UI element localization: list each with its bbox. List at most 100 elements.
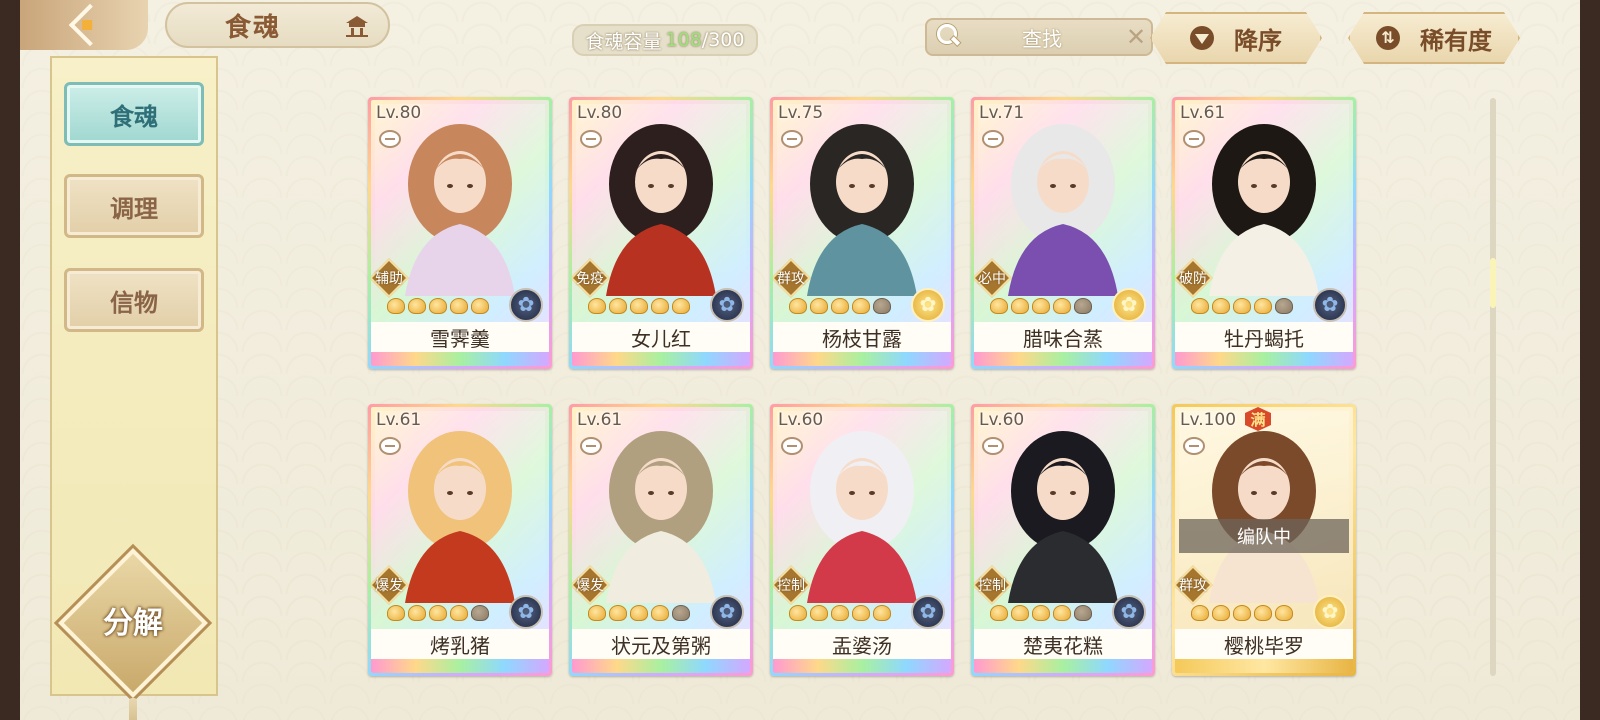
food-soul-card[interactable]: Lv.75 群攻杨枝甘露 (770, 97, 954, 369)
star-icon (1254, 298, 1272, 314)
star-icon (1011, 605, 1029, 621)
search-input[interactable]: 查找 (963, 23, 1121, 52)
star-icon (450, 298, 468, 314)
chat-bubble-icon[interactable] (1183, 130, 1205, 148)
card-bottom-border (773, 352, 951, 366)
sidebar-item-conditioning[interactable]: 调理 (64, 174, 204, 238)
search-box[interactable]: 查找 ✕ (925, 18, 1153, 56)
food-soul-card[interactable]: Lv.80 辅助雪霁羹 (368, 97, 552, 369)
eye (849, 491, 855, 495)
food-soul-card[interactable]: Lv.100满编队中群攻樱桃毕罗 (1172, 404, 1356, 676)
sidebar-item-food-souls[interactable]: 食魂 (64, 82, 204, 146)
pagoda-icon[interactable] (344, 14, 370, 38)
scrollbar[interactable] (1490, 98, 1496, 676)
food-soul-card[interactable]: Lv.60 控制楚夷花糕 (971, 404, 1155, 676)
chat-bubble-icon[interactable] (580, 437, 602, 455)
card-bottom-border (371, 659, 549, 673)
food-soul-card[interactable]: Lv.80 免疫女儿红 (569, 97, 753, 369)
chat-bubble-icon[interactable] (379, 130, 401, 148)
card-bottom-border (974, 352, 1152, 366)
sort-by-button[interactable]: 稀有度 (1348, 12, 1520, 64)
star-icon (1275, 605, 1293, 621)
sort-order-button[interactable]: 降序 (1150, 12, 1322, 64)
role-badge: 必中 (974, 258, 1012, 298)
clear-icon[interactable]: ✕ (1121, 23, 1151, 51)
face (635, 151, 687, 213)
level-text: Lv.75 (778, 103, 824, 123)
star-icon (1032, 605, 1050, 621)
game-screen: 食魂 食魂容量 108/300 查找 ✕ 降序 稀有度 (20, 0, 1580, 720)
role-label: 爆发 (576, 578, 604, 594)
eye (467, 491, 473, 495)
robe (1008, 531, 1118, 603)
role-label: 破防 (1179, 271, 1207, 287)
star-icon (810, 605, 828, 621)
scrollbar-thumb[interactable] (1490, 258, 1496, 308)
eye (869, 491, 875, 495)
character-name-box: 烤乳猪 (371, 629, 549, 659)
level-text: Lv.71 (979, 103, 1025, 123)
character-name-box: 雪霁羹 (371, 322, 549, 352)
character-name: 状元及第粥 (611, 633, 711, 658)
character-name-box: 腊味合蒸 (974, 322, 1152, 352)
star-icon (1191, 298, 1209, 314)
role-label: 群攻 (777, 271, 805, 287)
capacity-total: /300 (701, 29, 745, 51)
food-soul-card[interactable]: Lv.61 爆发状元及第粥 (569, 404, 753, 676)
chat-bubble-icon[interactable] (580, 130, 602, 148)
level-text: Lv.61 (577, 410, 623, 430)
chat-bubble-icon[interactable] (781, 437, 803, 455)
capacity-current: 108 (665, 29, 702, 51)
decompose-label[interactable]: 分解 (80, 598, 186, 642)
character-name-box: 杨枝甘露 (773, 322, 951, 352)
card-inner: Lv.80 辅助雪霁羹 (371, 100, 549, 366)
eye (1070, 491, 1076, 495)
star-icon (1233, 605, 1251, 621)
role-label: 控制 (978, 578, 1006, 594)
star-icon (873, 298, 891, 314)
card-bottom-border (572, 659, 750, 673)
chat-bubble-icon[interactable] (379, 437, 401, 455)
robe (1209, 224, 1319, 296)
card-inner: Lv.71 必中腊味合蒸 (974, 100, 1152, 366)
sidebar-item-tokens[interactable]: 信物 (64, 268, 204, 332)
eye (1050, 491, 1056, 495)
character-name-box: 樱桃毕罗 (1175, 629, 1353, 659)
star-icon (789, 298, 807, 314)
chat-bubble-icon[interactable] (1183, 437, 1205, 455)
top-bar: 食魂 食魂容量 108/300 查找 ✕ 降序 稀有度 (20, 0, 1580, 56)
star-icon (387, 605, 405, 621)
character-name: 女儿红 (631, 326, 691, 351)
chat-bubble-icon[interactable] (982, 130, 1004, 148)
eye (1251, 184, 1257, 188)
robe (405, 224, 515, 296)
star-icon (672, 605, 690, 621)
chat-bubble-icon[interactable] (781, 130, 803, 148)
element-flower-icon (1112, 288, 1146, 322)
star-icon (630, 605, 648, 621)
element-flower-icon (509, 288, 543, 322)
back-button[interactable] (20, 0, 148, 50)
role-label: 爆发 (375, 578, 403, 594)
food-soul-card[interactable]: Lv.60 控制盂婆汤 (770, 404, 954, 676)
star-icon (1212, 605, 1230, 621)
character-name: 雪霁羹 (430, 326, 490, 351)
role-badge: 免疫 (572, 258, 610, 298)
eye (467, 184, 473, 188)
star-rating (990, 605, 1092, 621)
star-icon (609, 605, 627, 621)
chat-bubble-icon[interactable] (982, 437, 1004, 455)
food-soul-card[interactable]: Lv.61 破防牡丹蝎托 (1172, 97, 1356, 369)
star-icon (429, 605, 447, 621)
face (434, 458, 486, 520)
food-soul-card[interactable]: Lv.71 必中腊味合蒸 (971, 97, 1155, 369)
element-flower-icon (1112, 595, 1146, 629)
role-badge: 辅助 (371, 258, 409, 298)
character-name: 樱桃毕罗 (1224, 633, 1304, 658)
eye (447, 184, 453, 188)
star-icon (1074, 298, 1092, 314)
food-soul-card[interactable]: Lv.61 爆发烤乳猪 (368, 404, 552, 676)
star-icon (588, 298, 606, 314)
role-label: 免疫 (576, 271, 604, 287)
eye (849, 184, 855, 188)
